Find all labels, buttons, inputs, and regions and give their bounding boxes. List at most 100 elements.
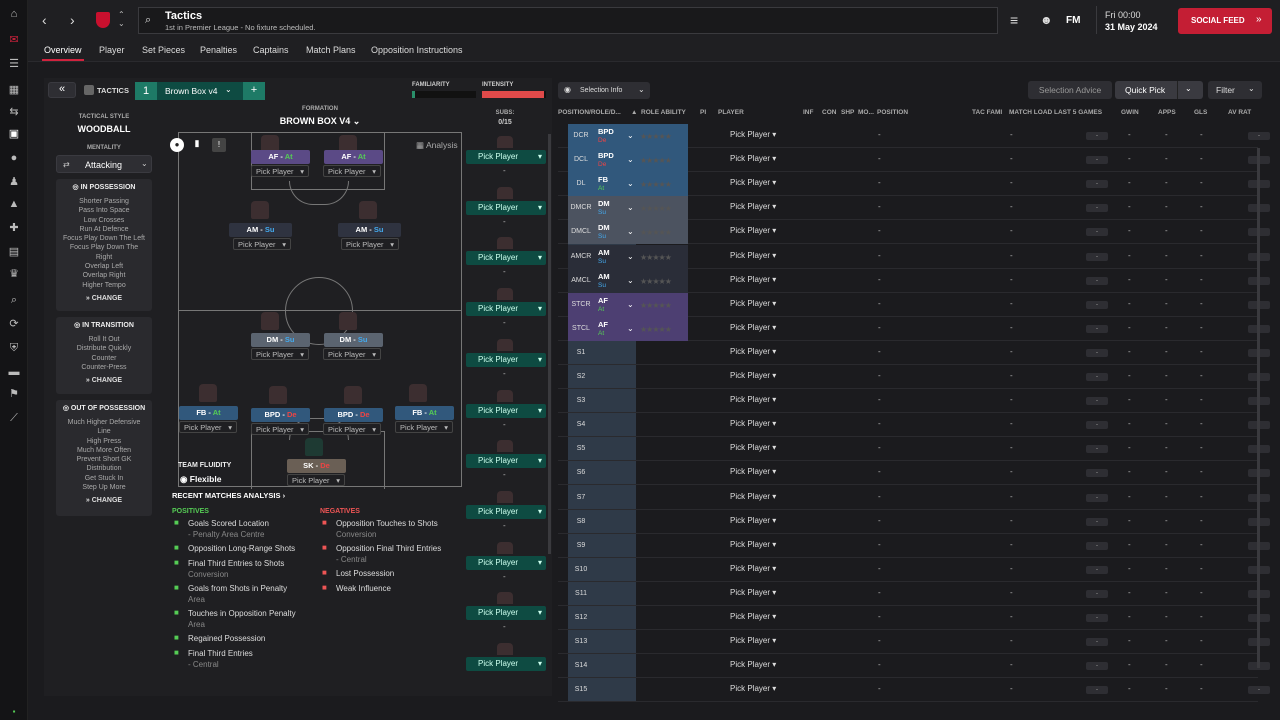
pick-player-dropdown[interactable]: Pick Player ▾ bbox=[251, 423, 309, 435]
chevron-down-icon[interactable]: ⌄ bbox=[627, 252, 634, 261]
medical-icon[interactable]: ✚ bbox=[7, 222, 21, 234]
pick-player-dropdown[interactable]: Pick Player ▾ bbox=[730, 178, 776, 187]
table-row[interactable]: S2Pick Player ▾------- bbox=[558, 365, 1270, 389]
table-row[interactable]: STCRAFAt⌄★★★★★Pick Player ▾------- bbox=[558, 292, 1270, 317]
role-dm-left[interactable]: DM - Su bbox=[251, 333, 310, 347]
sub-pick-player-dropdown[interactable]: Pick Player ▾ bbox=[466, 657, 546, 671]
sub-pick-player-dropdown[interactable]: Pick Player ▾ bbox=[466, 403, 546, 418]
sub-pick-player-dropdown[interactable]: Pick Player ▾ bbox=[466, 454, 546, 469]
pick-player-dropdown[interactable]: Pick Player ▾ bbox=[251, 165, 309, 177]
chevron-down-icon[interactable]: ⌄ bbox=[627, 300, 634, 309]
pick-player-dropdown[interactable]: Pick Player ▾ bbox=[730, 395, 776, 404]
role-bpd-left[interactable]: BPD - De bbox=[251, 408, 310, 422]
table-row[interactable]: S5Pick Player ▾------- bbox=[558, 437, 1270, 462]
col-header-role-ability[interactable]: ROLE ABILITY bbox=[641, 109, 686, 116]
mentality-dropdown[interactable]: ⇄ Attacking ⌄ bbox=[56, 155, 152, 173]
table-row[interactable]: S9Pick Player ▾------- bbox=[558, 534, 1270, 558]
chevron-down-icon[interactable]: ⌄ bbox=[627, 155, 634, 164]
table-row[interactable]: S6Pick Player ▾------- bbox=[558, 461, 1270, 486]
add-tactic-icon[interactable]: + bbox=[243, 82, 265, 100]
col-header-inf[interactable]: INF bbox=[803, 109, 813, 116]
pick-player-dropdown[interactable]: Pick Player ▾ bbox=[323, 348, 381, 360]
report-icon[interactable]: ⟋ bbox=[7, 412, 21, 424]
dynamics-icon[interactable]: ⇆ bbox=[7, 106, 21, 118]
manager-icon[interactable]: ☻ bbox=[1040, 13, 1053, 27]
tactical-style-value[interactable]: WOODBALL bbox=[56, 124, 152, 134]
pick-player-dropdown[interactable]: Pick Player ▾ bbox=[730, 612, 776, 621]
tab-set-pieces[interactable]: Set Pieces bbox=[142, 45, 185, 55]
col-header-con[interactable]: CON bbox=[822, 109, 836, 116]
trophy-icon[interactable]: ♛ bbox=[7, 268, 21, 280]
col-header-position[interactable]: POSITION bbox=[877, 109, 908, 116]
tab-match-plans[interactable]: Match Plans bbox=[306, 45, 356, 55]
pick-player-dropdown[interactable]: Pick Player ▾ bbox=[730, 419, 776, 428]
pick-player-dropdown[interactable]: Pick Player ▾ bbox=[251, 348, 309, 360]
role-fb-right[interactable]: FB - At bbox=[395, 406, 454, 420]
formation-name[interactable]: BROWN BOX V4 ⌄ bbox=[178, 116, 462, 127]
squad-icon[interactable]: ☰ bbox=[7, 58, 21, 70]
out-of-possession-change-button[interactable]: » CHANGE bbox=[56, 497, 152, 504]
pick-player-dropdown[interactable]: Pick Player ▾ bbox=[730, 226, 776, 235]
table-row[interactable]: S1Pick Player ▾------- bbox=[558, 341, 1270, 365]
scrollbar[interactable] bbox=[548, 134, 551, 554]
collapse-button[interactable]: « bbox=[48, 82, 76, 98]
col-header-pi[interactable]: PI bbox=[700, 109, 706, 116]
inbox-icon[interactable]: ✉ bbox=[7, 34, 21, 46]
sub-pick-player-dropdown[interactable]: Pick Player ▾ bbox=[466, 150, 546, 164]
fm-logo[interactable]: FM bbox=[1066, 15, 1080, 26]
table-row[interactable]: S8Pick Player ▾------- bbox=[558, 510, 1270, 534]
pick-player-dropdown[interactable]: Pick Player ▾ bbox=[730, 275, 776, 284]
match-icon[interactable]: ● bbox=[7, 152, 21, 164]
in-possession-change-button[interactable]: » CHANGE bbox=[56, 295, 152, 302]
col-header-mo[interactable]: MO... bbox=[858, 109, 874, 116]
table-row[interactable]: S7Pick Player ▾------- bbox=[558, 486, 1270, 510]
pick-player-dropdown[interactable]: Pick Player ▾ bbox=[323, 165, 381, 177]
role-am-right[interactable]: AM - Su bbox=[338, 223, 401, 237]
pick-player-dropdown[interactable]: Pick Player ▾ bbox=[730, 130, 776, 139]
pick-player-dropdown[interactable]: Pick Player ▾ bbox=[287, 474, 345, 486]
pick-player-dropdown[interactable]: Pick Player ▾ bbox=[730, 684, 776, 693]
pick-player-dropdown[interactable]: Pick Player ▾ bbox=[730, 443, 776, 452]
club-badge-icon[interactable] bbox=[96, 12, 110, 28]
sort-up-icon[interactable]: ▲ bbox=[631, 109, 637, 116]
club-switcher-icon[interactable]: ⌃ ⌄ bbox=[118, 10, 125, 28]
sub-pick-player-dropdown[interactable]: Pick Player ▾ bbox=[466, 606, 546, 621]
table-scrollbar[interactable] bbox=[1257, 148, 1260, 668]
report-view-icon[interactable]: ! bbox=[212, 138, 226, 152]
table-row[interactable]: S12Pick Player ▾------- bbox=[558, 606, 1270, 630]
dev-centre-icon[interactable]: ⚑ bbox=[7, 388, 21, 400]
col-header-match-load[interactable]: MATCH LOAD LAST 5 GAMES bbox=[1009, 109, 1102, 116]
role-bpd-right[interactable]: BPD - De bbox=[324, 408, 383, 422]
training-icon[interactable]: ▲ bbox=[7, 198, 21, 210]
calendar-icon[interactable]: ▦ bbox=[7, 84, 21, 96]
selection-advice-button[interactable]: Selection Advice bbox=[1028, 81, 1112, 99]
tactic-slot[interactable]: 1 bbox=[135, 82, 157, 100]
table-row[interactable]: AMCRAMSu⌄★★★★★Pick Player ▾------- bbox=[558, 244, 1270, 269]
col-header-gls[interactable]: GLS bbox=[1194, 109, 1207, 116]
pick-player-dropdown[interactable]: Pick Player ▾ bbox=[179, 421, 237, 433]
role-fb-left[interactable]: FB - At bbox=[179, 406, 238, 420]
table-row[interactable]: S10Pick Player ▾------- bbox=[558, 558, 1270, 582]
filter-button[interactable]: Filter ⌄ bbox=[1208, 81, 1262, 99]
tactic-selector[interactable]: 1 Brown Box v4 ⌄ + bbox=[135, 82, 265, 100]
recent-matches-analysis-link[interactable]: RECENT MATCHES ANALYSIS › bbox=[172, 491, 285, 500]
pick-player-dropdown[interactable]: Pick Player ▾ bbox=[730, 564, 776, 573]
pick-player-dropdown[interactable]: Pick Player ▾ bbox=[730, 636, 776, 645]
menu-icon[interactable]: ≡ bbox=[1010, 13, 1018, 27]
chevron-down-icon[interactable]: ⌄ bbox=[627, 131, 634, 140]
table-row[interactable]: DCR BPD De ⌄ ★★★★★ Pick Player ▾ - - - - - - - bbox=[558, 124, 1270, 148]
forward-icon[interactable]: › bbox=[70, 0, 75, 40]
chevron-down-icon[interactable]: ⌄ bbox=[627, 324, 634, 333]
sub-pick-player-dropdown[interactable]: Pick Player ▾ bbox=[466, 555, 546, 570]
pick-player-dropdown[interactable]: Pick Player ▾ bbox=[730, 323, 776, 332]
tab-player[interactable]: Player bbox=[99, 45, 125, 55]
back-icon[interactable]: ‹ bbox=[42, 0, 47, 40]
col-header-position-role[interactable]: POSITION/ROLE/D... bbox=[558, 109, 621, 116]
sub-pick-player-dropdown[interactable]: Pick Player ▾ bbox=[466, 352, 546, 367]
pick-player-dropdown[interactable]: Pick Player ▾ bbox=[730, 492, 776, 501]
sub-pick-player-dropdown[interactable]: Pick Player ▾ bbox=[466, 251, 546, 266]
pick-player-dropdown[interactable]: Pick Player ▾ bbox=[730, 299, 776, 308]
col-header-apps[interactable]: APPS bbox=[1158, 109, 1176, 116]
tab-captains[interactable]: Captains bbox=[253, 45, 289, 55]
sub-pick-player-dropdown[interactable]: Pick Player ▾ bbox=[466, 200, 546, 215]
